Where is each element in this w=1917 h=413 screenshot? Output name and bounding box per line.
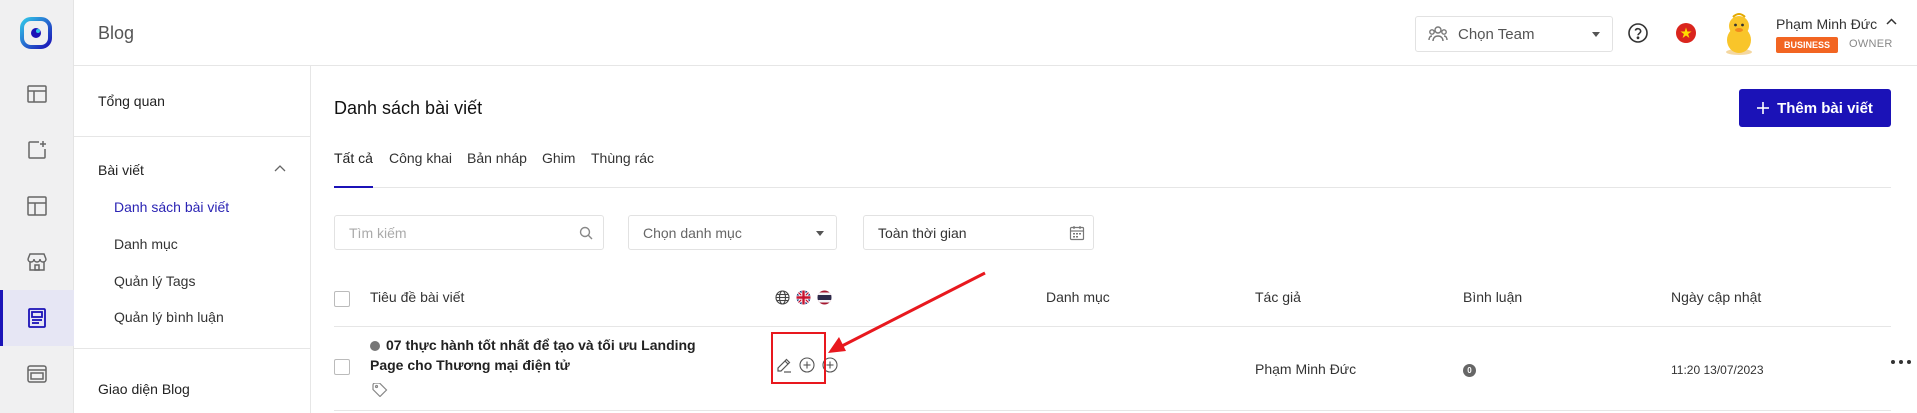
help-icon[interactable]	[1627, 22, 1649, 44]
main-content: Danh sách bài viết Thêm bài viết Tất cả …	[311, 66, 1917, 413]
tab-public[interactable]: Công khai	[389, 150, 452, 188]
sidebar-item-overview[interactable]: Tổng quan	[98, 93, 165, 109]
add-post-label: Thêm bài viết	[1777, 99, 1873, 117]
search-input[interactable]	[335, 216, 555, 249]
tab-draft[interactable]: Bản nháp	[467, 150, 527, 188]
tab-bar: Tất cả Công khai Bản nháp Ghim Thùng rác	[334, 150, 1891, 188]
rail-browser-button[interactable]	[0, 346, 74, 402]
column-comments: Bình luận	[1463, 289, 1523, 305]
rail-store-button[interactable]	[0, 234, 74, 290]
page-title: Danh sách bài viết	[334, 98, 483, 118]
sidebar-item-blog-theme[interactable]: Giao diện Blog	[98, 381, 190, 397]
sidebar-divider	[74, 348, 311, 349]
column-category: Danh mục	[1046, 289, 1110, 305]
icon-rail	[0, 0, 74, 413]
more-icon[interactable]	[1891, 360, 1911, 364]
post-title[interactable]: 07 thực hành tốt nhất để tạo và tối ưu L…	[370, 335, 730, 375]
calendar-icon	[1069, 225, 1085, 241]
table-row: 07 thực hành tốt nhất để tạo và tối ưu L…	[334, 327, 1911, 411]
tag-icon[interactable]	[372, 383, 388, 397]
browser-icon	[26, 363, 48, 385]
rail-template-button[interactable]	[0, 178, 74, 234]
post-author: Phạm Minh Đức	[1255, 361, 1357, 377]
layout-icon	[26, 83, 48, 105]
caret-down-icon	[1592, 32, 1600, 37]
add-circle-icon[interactable]	[799, 357, 815, 373]
thailand-flag-icon	[817, 290, 832, 305]
select-all-checkbox[interactable]	[334, 291, 350, 307]
caret-down-icon	[816, 231, 824, 236]
row-language-actions	[776, 357, 838, 373]
status-dot	[370, 341, 380, 351]
team-select[interactable]: Chọn Team	[1415, 16, 1613, 52]
user-role: OWNER	[1849, 38, 1893, 50]
sidebar-divider	[74, 136, 311, 137]
chevron-up-icon[interactable]	[274, 165, 286, 172]
add-page-icon	[26, 139, 48, 161]
edit-icon[interactable]	[776, 357, 792, 373]
date-range-select[interactable]: Toàn thời gian	[863, 215, 1094, 250]
date-range-label: Toàn thời gian	[878, 225, 967, 241]
post-title-text: 07 thực hành tốt nhất để tạo và tối ưu L…	[370, 337, 696, 373]
avatar[interactable]	[1719, 12, 1759, 56]
row-checkbox[interactable]	[334, 359, 350, 375]
app-title: Blog	[98, 23, 135, 43]
sidebar: Tổng quan Bài viết Danh sách bài viết Da…	[74, 66, 311, 413]
sidebar-item-comments[interactable]: Quản lý bình luận	[114, 309, 224, 325]
tab-all[interactable]: Tất cả	[334, 150, 373, 188]
sidebar-item-post-list[interactable]: Danh sách bài viết	[114, 199, 229, 215]
store-icon	[26, 251, 48, 273]
rail-layout-button[interactable]	[0, 66, 74, 122]
column-author: Tác giả	[1255, 289, 1301, 305]
column-updated: Ngày cập nhật	[1671, 289, 1762, 305]
post-updated-date: 11:20 13/07/2023	[1671, 363, 1764, 377]
language-icons	[775, 290, 832, 305]
category-select-label: Chọn danh mục	[643, 225, 742, 241]
uk-flag-icon	[796, 290, 811, 305]
plus-icon	[1757, 102, 1770, 114]
search-box	[334, 215, 604, 250]
category-select[interactable]: Chọn danh mục	[628, 215, 837, 250]
rail-blog-button[interactable]	[0, 290, 74, 346]
team-icon	[1428, 25, 1448, 43]
sidebar-item-posts[interactable]: Bài viết	[98, 162, 144, 178]
blog-icon	[26, 307, 48, 329]
vietnam-flag-icon[interactable]	[1675, 22, 1697, 44]
sidebar-item-categories[interactable]: Danh mục	[114, 236, 178, 252]
rail-add-page-button[interactable]	[0, 122, 74, 178]
logo-icon[interactable]	[19, 16, 53, 50]
globe-icon	[775, 290, 790, 305]
top-bar: Blog Chọn Team Phạm Minh Đức BUSINESS OW…	[74, 0, 1917, 66]
add-circle-icon[interactable]	[822, 357, 838, 373]
sidebar-item-tags[interactable]: Quản lý Tags	[114, 273, 195, 289]
table-header: Tiêu đề bài viết Danh mục Tác giả Bình l…	[334, 273, 1891, 327]
tab-pinned[interactable]: Ghim	[542, 150, 575, 188]
comment-count-badge: 0	[1463, 364, 1476, 377]
tab-trash[interactable]: Thùng rác	[591, 150, 654, 188]
team-select-label: Chọn Team	[1458, 25, 1535, 43]
column-title: Tiêu đề bài viết	[370, 289, 465, 305]
user-name[interactable]: Phạm Minh Đức	[1776, 16, 1877, 32]
search-icon[interactable]	[579, 226, 593, 240]
chevron-up-icon[interactable]	[1886, 18, 1897, 25]
add-post-button[interactable]: Thêm bài viết	[1739, 89, 1891, 127]
template-icon	[26, 195, 48, 217]
plan-badge: BUSINESS	[1776, 37, 1839, 53]
